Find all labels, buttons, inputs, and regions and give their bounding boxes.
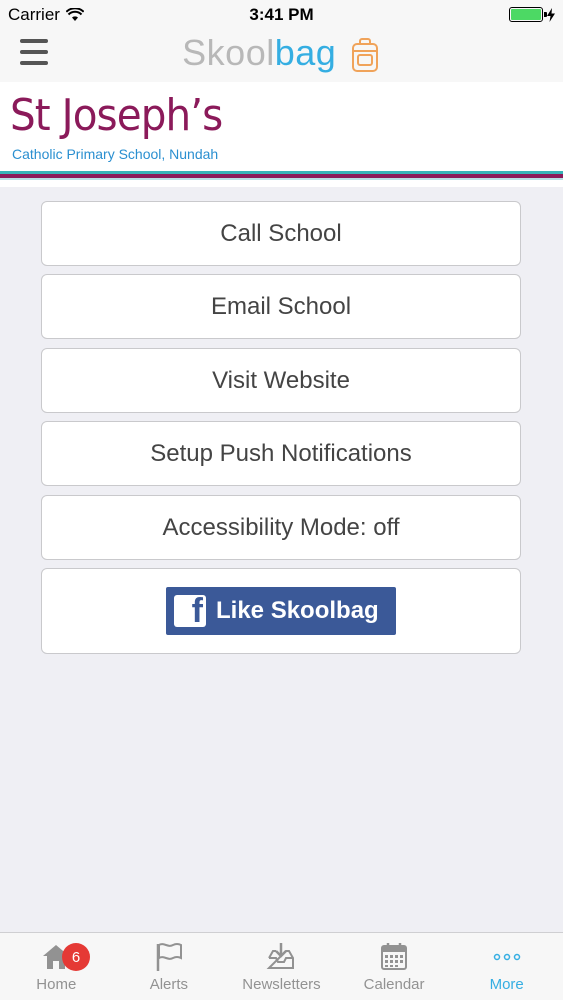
inbox-download-icon	[266, 941, 296, 973]
tab-bar: 6 Home Alerts Newsletters Calendar More	[0, 932, 563, 1000]
call-school-button[interactable]: Call School	[41, 201, 521, 266]
tab-newsletters[interactable]: Newsletters	[225, 933, 338, 1000]
tab-newsletters-label: Newsletters	[242, 976, 321, 993]
status-bar: Carrier 3:41 PM	[0, 0, 563, 30]
email-school-label: Email School	[210, 292, 352, 320]
tab-more-label: More	[489, 976, 524, 993]
setup-push-notifications-button[interactable]: Setup Push Notifications	[41, 421, 521, 486]
calendar-icon	[379, 941, 409, 973]
more-dots-icon	[492, 941, 522, 973]
setup-push-label: Setup Push Notifications	[150, 439, 412, 467]
status-time: 3:41 PM	[249, 5, 314, 24]
call-school-label: Call School	[220, 219, 342, 247]
school-name: St Joseph’s	[10, 90, 223, 141]
charging-bolt-icon	[547, 7, 555, 22]
tab-home[interactable]: 6 Home	[0, 933, 113, 1000]
tab-more[interactable]: More	[450, 933, 563, 1000]
home-badge: 6	[62, 943, 90, 971]
logo-part2: bag	[274, 32, 337, 73]
tab-calendar-label: Calendar	[363, 976, 425, 993]
accessibility-mode-button[interactable]: Accessibility Mode: off	[41, 495, 521, 560]
email-school-button[interactable]: Email School	[41, 274, 521, 339]
facebook-like-label: Like Skoolbag	[216, 597, 379, 624]
skoolbag-logo: Skoolbag	[0, 32, 563, 74]
status-right	[509, 7, 555, 22]
tab-alerts[interactable]: Alerts	[113, 933, 226, 1000]
flag-icon	[154, 941, 184, 973]
tab-alerts-label: Alerts	[149, 976, 189, 993]
tab-calendar[interactable]: Calendar	[338, 933, 451, 1000]
facebook-like-button[interactable]: f Like Skoolbag	[166, 587, 396, 635]
banner-stripe-light	[0, 178, 563, 180]
facebook-like-container: f Like Skoolbag	[41, 568, 521, 654]
logo-part1: Skool	[182, 32, 275, 73]
tab-home-label: Home	[36, 976, 77, 993]
visit-website-label: Visit Website	[212, 366, 350, 394]
battery-icon	[509, 7, 547, 22]
accessibility-mode-label: Accessibility Mode: off	[162, 513, 400, 541]
backpack-icon	[351, 38, 378, 73]
visit-website-button[interactable]: Visit Website	[41, 348, 521, 413]
school-subtitle: Catholic Primary School, Nundah	[12, 146, 219, 162]
facebook-logo-icon: f	[174, 595, 206, 627]
nav-bar: Skoolbag	[0, 30, 563, 82]
